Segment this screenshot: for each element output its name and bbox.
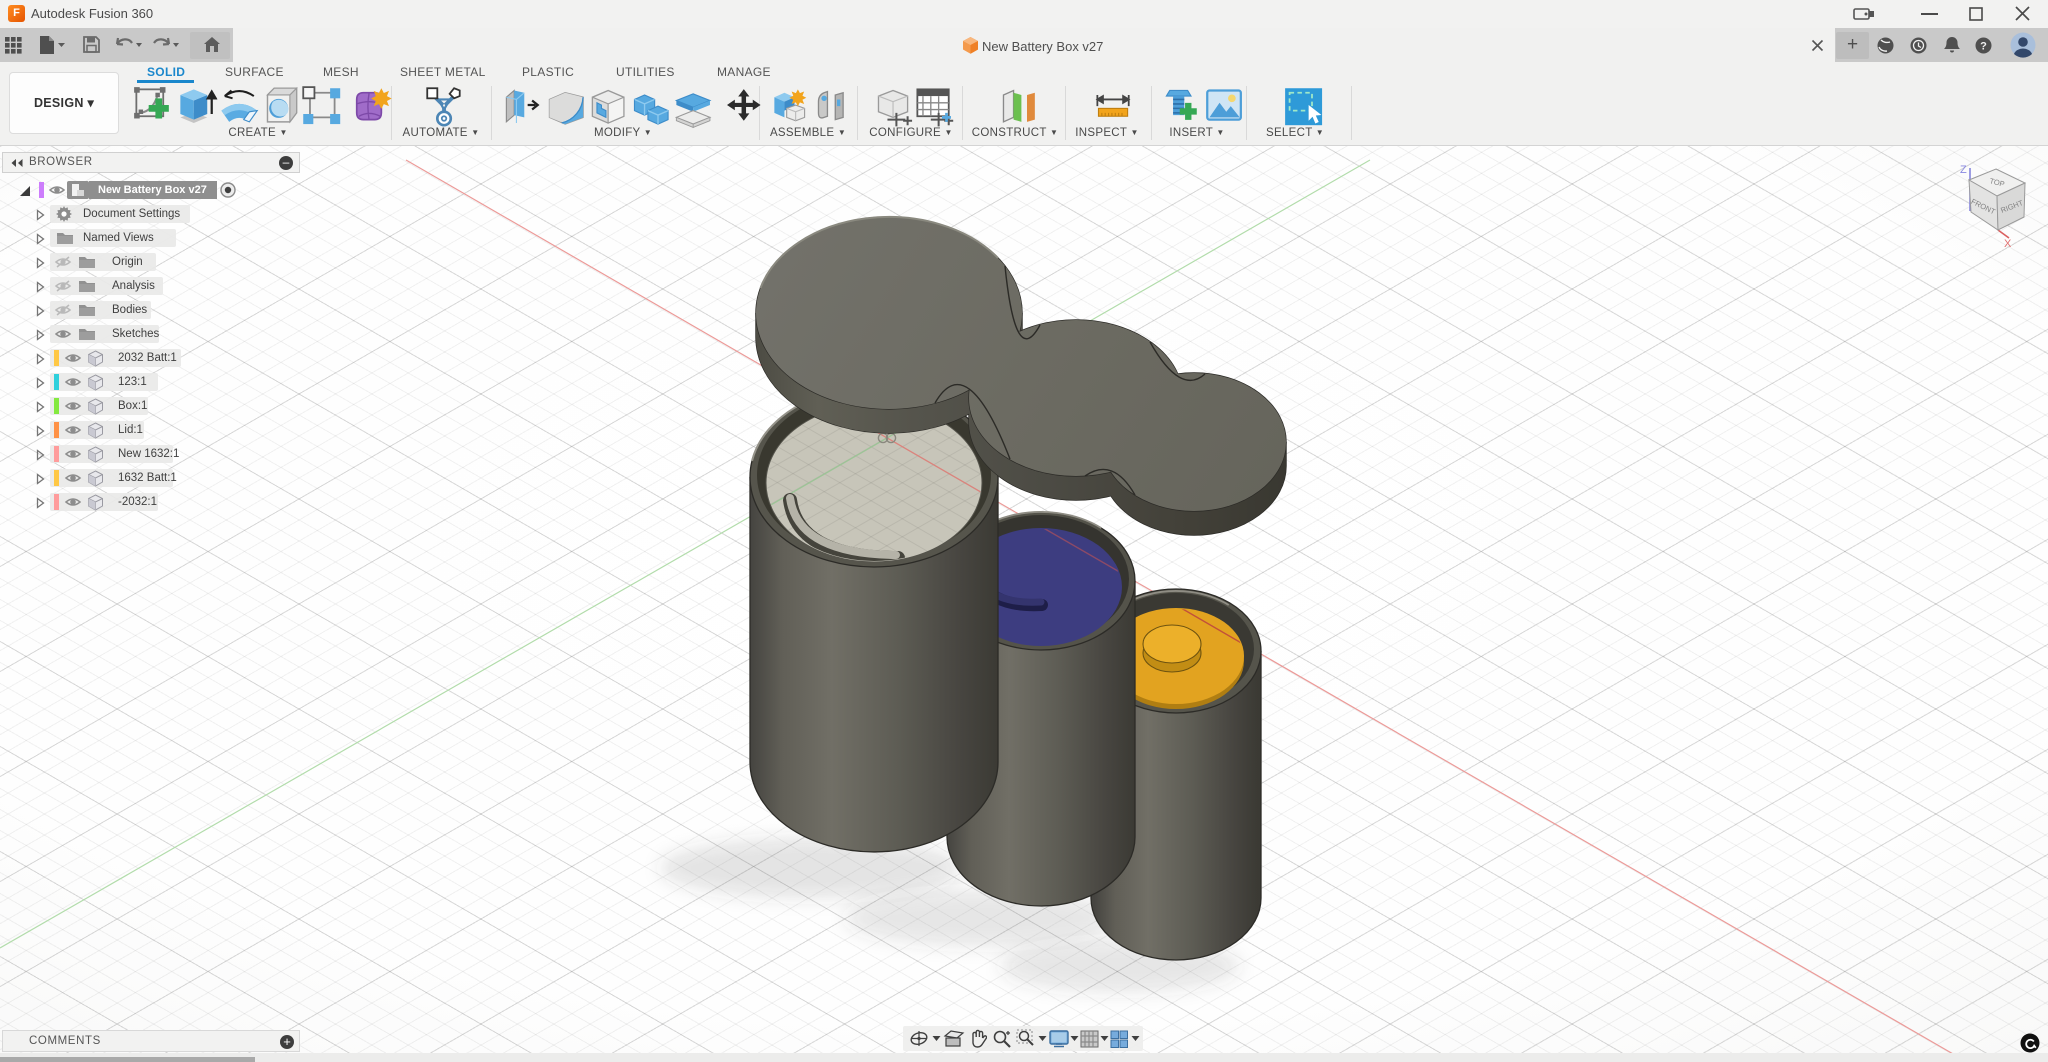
svg-text:?: ? — [1980, 41, 1987, 53]
svg-text:Z: Z — [1960, 164, 1967, 176]
svg-text:X: X — [2004, 238, 2012, 250]
